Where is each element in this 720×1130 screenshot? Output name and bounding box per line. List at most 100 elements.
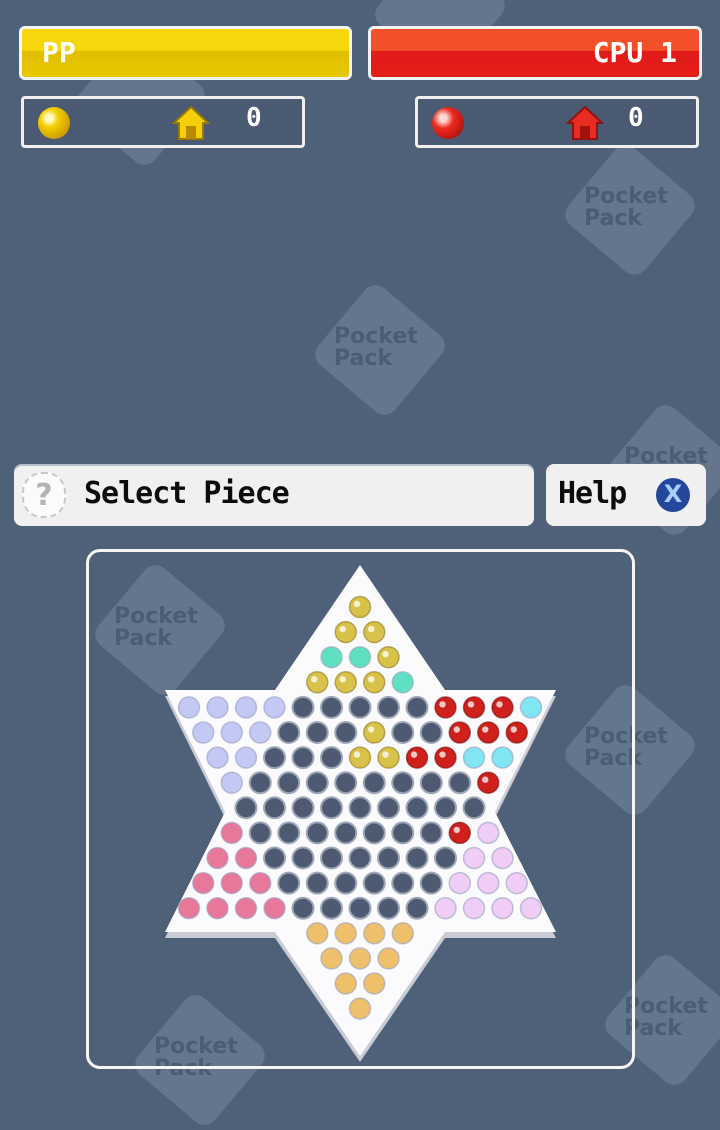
marble-highlight	[439, 701, 446, 708]
empty-hole[interactable]	[348, 846, 372, 870]
empty-hole[interactable]	[434, 846, 457, 870]
marble-highlight	[368, 726, 375, 733]
tan-marble	[377, 947, 400, 970]
cyan-marble	[462, 746, 486, 769]
empty-hole[interactable]	[291, 896, 315, 920]
lavender-marble	[263, 696, 286, 719]
empty-hole[interactable]	[263, 796, 286, 820]
gold-marble[interactable]	[334, 620, 357, 644]
tan-marble	[363, 972, 386, 995]
marble-highlight	[382, 651, 389, 658]
empty-hole[interactable]	[348, 896, 372, 920]
empty-hole[interactable]	[348, 695, 372, 719]
lavender-marble	[234, 746, 258, 769]
empty-hole[interactable]	[391, 821, 415, 845]
empty-hole[interactable]	[362, 871, 386, 895]
marble-highlight	[368, 625, 375, 633]
gold-marble[interactable]	[334, 671, 357, 694]
lilac-marble	[519, 896, 543, 920]
empty-hole[interactable]	[263, 846, 286, 870]
pink-marble	[206, 846, 229, 870]
red-marble[interactable]	[434, 696, 457, 719]
empty-hole[interactable]	[334, 871, 358, 895]
empty-hole[interactable]	[462, 796, 486, 820]
gold-marble[interactable]	[348, 746, 372, 769]
red-marble[interactable]	[448, 721, 471, 744]
empty-hole[interactable]	[377, 796, 400, 820]
empty-hole[interactable]	[405, 695, 429, 719]
marble-highlight	[467, 701, 475, 708]
lavender-marble	[249, 721, 272, 744]
empty-hole[interactable]	[448, 771, 472, 795]
empty-hole[interactable]	[391, 721, 415, 744]
gold-marble[interactable]	[363, 671, 386, 694]
lilac-marble	[462, 896, 486, 920]
empty-hole[interactable]	[419, 771, 443, 795]
empty-hole[interactable]	[405, 796, 429, 820]
empty-hole[interactable]	[277, 871, 301, 895]
empty-hole[interactable]	[248, 821, 272, 845]
empty-hole[interactable]	[291, 846, 315, 870]
empty-hole[interactable]	[419, 821, 443, 845]
empty-hole[interactable]	[419, 721, 443, 744]
empty-hole[interactable]	[320, 896, 343, 920]
red-marble[interactable]	[448, 821, 471, 845]
empty-hole[interactable]	[334, 821, 358, 845]
red-marble[interactable]	[434, 746, 457, 769]
empty-hole[interactable]	[348, 796, 372, 820]
empty-hole[interactable]	[305, 721, 329, 744]
empty-hole[interactable]	[277, 771, 301, 795]
gold-marble[interactable]	[377, 746, 400, 769]
marble-highlight	[353, 751, 361, 758]
empty-hole[interactable]	[234, 796, 258, 820]
red-marble[interactable]	[505, 721, 528, 744]
empty-hole[interactable]	[248, 771, 272, 795]
pink-marble	[234, 846, 258, 870]
empty-hole[interactable]	[305, 771, 329, 795]
marble-highlight	[410, 751, 418, 758]
gold-marble[interactable]	[363, 721, 386, 744]
empty-hole[interactable]	[334, 771, 358, 795]
empty-hole[interactable]	[291, 746, 315, 770]
lilac-marble	[491, 846, 514, 870]
gold-marble[interactable]	[348, 595, 372, 619]
empty-hole[interactable]	[334, 721, 358, 744]
empty-hole[interactable]	[362, 821, 386, 845]
empty-hole[interactable]	[305, 871, 329, 895]
empty-hole[interactable]	[320, 846, 343, 870]
empty-hole[interactable]	[391, 771, 415, 795]
empty-hole[interactable]	[434, 796, 457, 820]
empty-hole[interactable]	[320, 746, 343, 770]
red-marble[interactable]	[477, 771, 500, 794]
red-marble[interactable]	[477, 721, 500, 744]
empty-hole[interactable]	[377, 846, 400, 870]
empty-hole[interactable]	[320, 695, 343, 719]
lilac-marble	[505, 871, 528, 895]
gold-marble[interactable]	[363, 620, 386, 644]
empty-hole[interactable]	[263, 746, 286, 770]
empty-hole[interactable]	[419, 871, 443, 895]
tan-marble	[334, 922, 357, 945]
empty-hole[interactable]	[362, 771, 386, 795]
marble-highlight	[453, 726, 460, 733]
empty-hole[interactable]	[291, 695, 315, 719]
red-marble[interactable]	[462, 696, 486, 719]
red-marble[interactable]	[405, 746, 429, 769]
empty-hole[interactable]	[405, 846, 429, 870]
marble-highlight	[482, 726, 489, 733]
lilac-marble	[491, 896, 514, 920]
empty-hole[interactable]	[320, 796, 343, 820]
empty-hole[interactable]	[277, 721, 301, 744]
gold-marble[interactable]	[306, 671, 329, 694]
empty-hole[interactable]	[377, 695, 400, 719]
lilac-marble	[477, 821, 500, 845]
marble-highlight	[482, 776, 489, 783]
empty-hole[interactable]	[377, 896, 400, 920]
empty-hole[interactable]	[291, 796, 315, 820]
empty-hole[interactable]	[277, 821, 301, 845]
empty-hole[interactable]	[305, 821, 329, 845]
empty-hole[interactable]	[391, 871, 415, 895]
red-marble[interactable]	[491, 696, 514, 719]
empty-hole[interactable]	[405, 896, 429, 920]
gold-marble[interactable]	[377, 645, 400, 669]
